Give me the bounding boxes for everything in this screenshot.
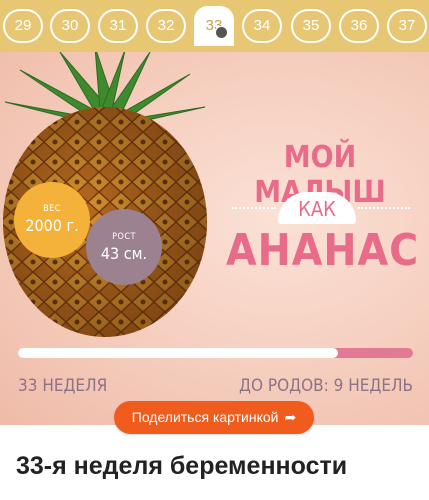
week-number: 30 [61,17,79,34]
week-tab-34[interactable]: 34 [242,9,282,43]
week-tab-30[interactable]: 30 [50,9,90,43]
week-tab-29[interactable]: 29 [3,9,43,43]
headline-fruit-name: АНАНАС [226,225,420,276]
week-number: 34 [253,17,271,34]
week-number: 31 [109,17,127,34]
pregnancy-progress-bar [18,348,413,358]
weeks-until-birth-label: ДО РОДОВ: 9 НЕДЕЛЬ [239,376,413,396]
dotted-divider-left [232,207,276,209]
week-tab-37[interactable]: 37 [387,9,427,43]
page-title: 33-я неделя беременности [16,452,348,480]
height-value: 43 см. [100,244,148,263]
weight-value: 2000 г. [25,216,79,235]
week-number: 37 [398,17,416,34]
week-number: 35 [302,17,320,34]
headline-like: КАК [278,192,356,224]
weight-label: ВЕС [43,204,61,214]
week-number: 32 [157,17,175,34]
share-button-label: Поделиться картинкой [131,409,279,425]
share-image-button[interactable]: Поделиться картинкой ➦ [114,401,314,434]
progress-fill [18,348,338,358]
week-selector: 29 30 31 32 33 34 35 36 37 [0,0,429,52]
weight-badge: ВЕС 2000 г. [14,182,90,258]
week-tab-32[interactable]: 32 [146,9,186,43]
week-number: 29 [14,17,32,34]
week-tab-33-active[interactable]: 33 [194,6,234,46]
dotted-divider-right [358,207,410,209]
height-badge: РОСТ 43 см. [86,209,162,285]
week-tab-36[interactable]: 36 [339,9,379,43]
baby-size-card: ВЕС 2000 г. РОСТ 43 см. МОЙ МАЛЫШ КАК АН… [0,52,429,425]
avatar [215,26,228,39]
height-label: РОСТ [112,232,136,242]
week-number: 36 [350,17,368,34]
current-week-label: 33 НЕДЕЛЯ [18,376,108,396]
week-tab-35[interactable]: 35 [291,9,331,43]
week-tab-31[interactable]: 31 [98,9,138,43]
share-arrow-icon: ➦ [284,409,297,425]
